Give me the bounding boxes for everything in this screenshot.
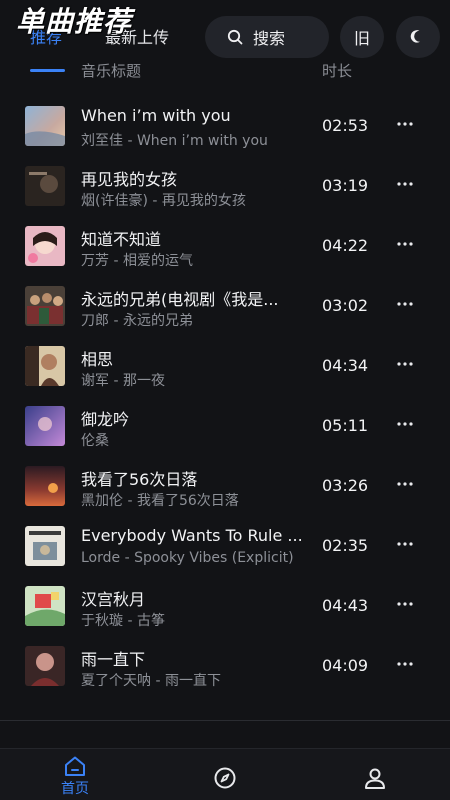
song-row[interactable]: 永远的兄弟(电视剧《我是... 刀郎 - 永远的兄弟 03:02 bbox=[0, 276, 450, 336]
more-icon bbox=[397, 482, 413, 486]
song-title: 雨一直下 bbox=[81, 650, 146, 669]
song-row[interactable]: 汉宫秋月 于秋璇 - 古筝 04:43 bbox=[0, 576, 450, 636]
moon-icon bbox=[410, 30, 420, 43]
column-duration-header: 时长 bbox=[322, 62, 353, 80]
song-title: When i’m with you bbox=[81, 106, 231, 125]
more-options-button[interactable] bbox=[393, 652, 417, 676]
song-artist-album: 夏了个天呐 - 雨一直下 bbox=[81, 673, 221, 689]
nav-discover[interactable] bbox=[195, 755, 255, 799]
song-row[interactable]: 再见我的女孩 烟(许佳豪) - 再见我的女孩 03:19 bbox=[0, 156, 450, 216]
theme-toggle-button[interactable] bbox=[396, 16, 440, 58]
old-version-button[interactable]: 旧 bbox=[340, 16, 384, 58]
more-options-button[interactable] bbox=[393, 232, 417, 256]
column-title-header: 音乐标题 bbox=[81, 62, 142, 80]
list-divider bbox=[0, 720, 450, 721]
nav-home[interactable]: 首页 bbox=[45, 755, 105, 799]
song-row[interactable]: 我看了56次日落 黑加伦 - 我看了56次日落 03:26 bbox=[0, 456, 450, 516]
song-artist-album: 伦桑 bbox=[81, 433, 109, 449]
album-cover bbox=[25, 286, 65, 326]
song-artist-album: 刀郎 - 永远的兄弟 bbox=[81, 313, 193, 329]
active-tab-indicator bbox=[30, 69, 65, 72]
album-cover bbox=[25, 466, 65, 506]
album-cover bbox=[25, 526, 65, 566]
song-artist-album: 于秋璇 - 古筝 bbox=[81, 613, 165, 629]
album-cover bbox=[25, 406, 65, 446]
song-duration: 04:34 bbox=[322, 356, 369, 375]
album-cover bbox=[25, 106, 65, 146]
nav-home-label: 首页 bbox=[61, 781, 89, 797]
more-options-button[interactable] bbox=[393, 352, 417, 376]
search-icon bbox=[227, 29, 243, 45]
more-icon bbox=[397, 662, 413, 666]
song-row[interactable]: 御龙吟 伦桑 05:11 bbox=[0, 396, 450, 456]
more-icon bbox=[397, 242, 413, 246]
more-options-button[interactable] bbox=[393, 532, 417, 556]
home-icon bbox=[65, 756, 85, 776]
song-row[interactable]: Everybody Wants To Rule ... Lorde - Spoo… bbox=[0, 516, 450, 576]
user-icon bbox=[365, 768, 385, 789]
more-options-button[interactable] bbox=[393, 292, 417, 316]
old-version-label: 旧 bbox=[353, 29, 370, 48]
song-duration: 03:19 bbox=[322, 176, 369, 195]
song-artist-album: Lorde - Spooky Vibes (Explicit) bbox=[81, 550, 294, 566]
album-cover bbox=[25, 586, 65, 626]
album-cover bbox=[25, 346, 65, 386]
song-title: 我看了56次日落 bbox=[81, 470, 198, 489]
search-label: 搜索 bbox=[253, 29, 286, 48]
song-row[interactable]: 相思 谢军 - 那一夜 04:34 bbox=[0, 336, 450, 396]
song-title: 相思 bbox=[81, 350, 114, 369]
more-options-button[interactable] bbox=[393, 592, 417, 616]
song-duration: 04:09 bbox=[322, 656, 369, 675]
song-duration: 02:53 bbox=[322, 116, 369, 135]
song-duration: 04:22 bbox=[322, 236, 369, 255]
more-icon bbox=[397, 602, 413, 606]
song-row[interactable]: 雨一直下 夏了个天呐 - 雨一直下 04:09 bbox=[0, 636, 450, 696]
compass-icon bbox=[214, 767, 236, 789]
song-artist-album: 黑加伦 - 我看了56次日落 bbox=[81, 493, 239, 509]
song-title: 知道不知道 bbox=[81, 230, 162, 249]
more-icon bbox=[397, 122, 413, 126]
song-artist-album: 万芳 - 相爱的运气 bbox=[81, 253, 193, 269]
song-list: When i’m with you 刘至佳 - When i’m with yo… bbox=[0, 96, 450, 696]
overlay-title: 单曲推荐 bbox=[16, 5, 133, 38]
song-duration: 03:26 bbox=[322, 476, 369, 495]
more-icon bbox=[397, 302, 413, 306]
nav-profile[interactable] bbox=[345, 755, 405, 799]
song-title: 再见我的女孩 bbox=[81, 170, 178, 189]
more-options-button[interactable] bbox=[393, 472, 417, 496]
song-row[interactable]: When i’m with you 刘至佳 - When i’m with yo… bbox=[0, 96, 450, 156]
song-row[interactable]: 知道不知道 万芳 - 相爱的运气 04:22 bbox=[0, 216, 450, 276]
album-cover bbox=[25, 166, 65, 206]
song-duration: 05:11 bbox=[322, 416, 369, 435]
song-duration: 02:35 bbox=[322, 536, 369, 555]
album-cover bbox=[25, 646, 65, 686]
song-title: 永远的兄弟(电视剧《我是... bbox=[81, 290, 279, 309]
bottom-nav: 首页 bbox=[0, 748, 450, 800]
song-artist-album: 烟(许佳豪) - 再见我的女孩 bbox=[81, 193, 246, 209]
song-artist-album: 谢军 - 那一夜 bbox=[81, 373, 165, 389]
more-options-button[interactable] bbox=[393, 412, 417, 436]
more-icon bbox=[397, 362, 413, 366]
song-title: Everybody Wants To Rule ... bbox=[81, 526, 303, 545]
song-duration: 04:43 bbox=[322, 596, 369, 615]
more-icon bbox=[397, 542, 413, 546]
album-cover bbox=[25, 226, 65, 266]
song-title: 汉宫秋月 bbox=[81, 590, 146, 609]
more-options-button[interactable] bbox=[393, 172, 417, 196]
more-options-button[interactable] bbox=[393, 112, 417, 136]
song-duration: 03:02 bbox=[322, 296, 369, 315]
more-icon bbox=[397, 182, 413, 186]
song-artist-album: 刘至佳 - When i’m with you bbox=[81, 133, 268, 149]
search-button[interactable]: 搜索 bbox=[205, 16, 329, 58]
song-title: 御龙吟 bbox=[81, 410, 130, 429]
more-icon bbox=[397, 422, 413, 426]
column-header: 音乐标题 时长 bbox=[0, 58, 450, 84]
